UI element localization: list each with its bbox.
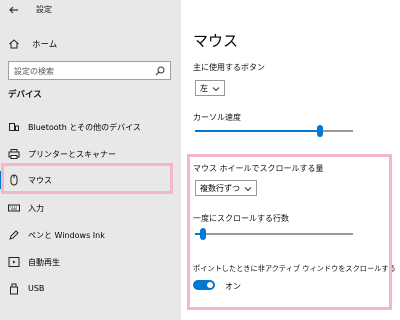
sidebar-item-label: 自動再生 [28,258,60,267]
sidebar-item-pen[interactable]: ペンと Windows Ink [0,225,181,245]
printer-icon [8,149,20,159]
primary-button-dropdown[interactable]: 左 [195,80,225,96]
title-bar: 設定 [0,0,181,20]
sidebar-item-label: プリンターとスキャナー [28,150,116,159]
search-input[interactable]: 設定の検索 [8,61,171,80]
sidebar-item-label: ペンと Windows Ink [28,231,105,240]
primary-button-label: 主に使用するボタン [193,63,265,72]
cursor-speed-label: カーソル速度 [193,113,241,122]
keyboard-icon [8,204,20,212]
search-icon[interactable] [155,66,165,76]
section-heading: デバイス [8,90,42,100]
usb-icon [10,283,18,295]
sidebar-item-printers[interactable]: プリンターとスキャナー [0,144,181,164]
home-icon [9,39,19,49]
sidebar-item-bluetooth[interactable]: Bluetooth とその他のデバイス [0,117,181,137]
bluetooth-icon [9,123,19,131]
back-arrow-icon[interactable] [8,4,20,16]
sidebar-item-label: 入力 [28,204,44,213]
app-title: 設定 [36,5,52,14]
pen-icon [9,230,19,240]
cursor-speed-slider[interactable] [195,125,353,137]
chevron-down-icon [212,87,220,92]
slider-track-empty [323,130,353,132]
home-link[interactable]: ホーム [8,36,57,52]
slider-track-filled [195,130,317,132]
sidebar: 設定 ホーム 設定の検索 デバイス Bluetooth とその他のデバイス プリ… [0,0,181,320]
home-label: ホーム [32,40,58,50]
sidebar-item-autoplay[interactable]: 自動再生 [0,252,181,272]
sidebar-item-usb[interactable]: USB [0,279,181,299]
page-title: マウス [193,32,239,50]
mouse-highlight-box [1,163,173,194]
slider-thumb[interactable] [317,125,323,137]
scroll-settings-highlight-box [187,154,392,310]
autoplay-icon [8,257,20,267]
sidebar-item-typing[interactable]: 入力 [0,198,181,218]
primary-button-value: 左 [200,83,208,93]
main-pane: マウス 主に使用するボタン 左 カーソル速度 マウス ホイールでスクロールする量… [181,0,400,320]
sidebar-item-label: Bluetooth とその他のデバイス [28,123,141,132]
sidebar-item-label: USB [28,284,45,293]
search-placeholder: 設定の検索 [14,67,54,76]
